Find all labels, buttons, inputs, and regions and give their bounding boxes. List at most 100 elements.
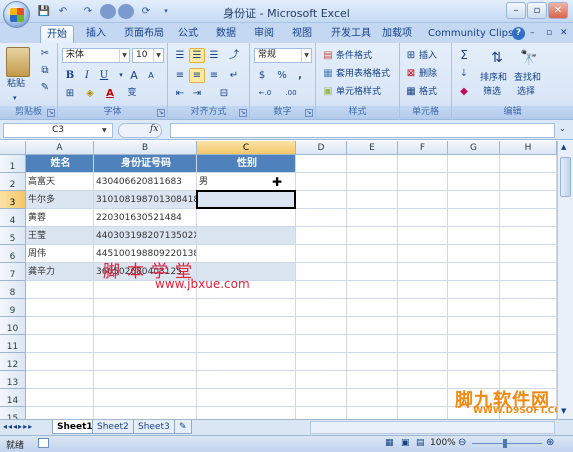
italic-button[interactable]: I <box>79 68 95 83</box>
expand-formula-bar-icon[interactable]: ⌄ <box>559 124 566 133</box>
column-header-e[interactable]: E <box>347 141 398 155</box>
cell-h11[interactable] <box>500 335 557 353</box>
cell-e5[interactable] <box>347 227 398 245</box>
cell-c10[interactable] <box>197 317 296 335</box>
row-header-15[interactable]: 15 <box>0 407 26 419</box>
clear-icon[interactable]: ◆ <box>456 84 472 99</box>
scroll-down-icon[interactable]: ▼ <box>561 407 566 415</box>
cell-g4[interactable] <box>448 209 500 227</box>
cell-a4[interactable]: 黄蓉 <box>26 209 94 227</box>
increase-decimal-button[interactable]: ←.0 <box>254 86 276 101</box>
sheet-tab-1[interactable]: Sheet1 <box>52 420 98 434</box>
cell-f11[interactable] <box>398 335 448 353</box>
cell-b3[interactable]: 310108198701308418 <box>94 191 197 209</box>
cell-a10[interactable] <box>26 317 94 335</box>
zoom-slider[interactable] <box>472 443 542 444</box>
cell-f12[interactable] <box>398 353 448 371</box>
conditional-format-button[interactable]: 条件格式 <box>336 49 372 63</box>
cell-h8[interactable] <box>500 281 557 299</box>
row-header-11[interactable]: 11 <box>0 335 26 353</box>
cell-d5[interactable] <box>296 227 347 245</box>
cell-g11[interactable] <box>448 335 500 353</box>
tab-home[interactable]: 开始 <box>40 25 74 43</box>
cell-d11[interactable] <box>296 335 347 353</box>
font-size-combo[interactable]: 10 ▼ <box>132 48 164 63</box>
merge-center-icon[interactable]: ⊟ <box>216 86 232 101</box>
cell-f7[interactable] <box>398 263 448 281</box>
cell-f14[interactable] <box>398 389 448 407</box>
zoom-level[interactable]: 100% <box>430 438 456 448</box>
column-header-h[interactable]: H <box>500 141 557 155</box>
grow-font-button[interactable]: A <box>126 68 142 83</box>
cell-d8[interactable] <box>296 281 347 299</box>
cell-f13[interactable] <box>398 371 448 389</box>
cell-c1[interactable]: 性别 <box>197 155 296 173</box>
cell-e15[interactable] <box>347 407 398 419</box>
decrease-decimal-button[interactable]: .00 <box>280 86 302 101</box>
cell-d1[interactable] <box>296 155 347 173</box>
align-right-icon[interactable]: ≡ <box>206 68 222 83</box>
cell-a12[interactable] <box>26 353 94 371</box>
cell-e3[interactable] <box>347 191 398 209</box>
copy-icon[interactable]: ⧉ <box>37 63 53 78</box>
cut-icon[interactable]: ✂ <box>37 46 53 61</box>
borders-icon[interactable]: ⊞ <box>62 86 78 101</box>
cell-a14[interactable] <box>26 389 94 407</box>
format-painter-icon[interactable]: ✎ <box>37 80 53 95</box>
horizontal-scrollbar[interactable] <box>310 421 555 434</box>
paste-button[interactable]: 粘贴 <box>7 77 25 91</box>
find-select-button-line2[interactable]: 选择 <box>517 85 535 99</box>
cell-d3[interactable] <box>296 191 347 209</box>
cell-h6[interactable] <box>500 245 557 263</box>
office-button[interactable] <box>3 1 30 28</box>
zoom-in-icon[interactable]: ⊕ <box>546 437 554 448</box>
cell-e9[interactable] <box>347 299 398 317</box>
macro-record-icon[interactable] <box>38 438 49 448</box>
cell-e12[interactable] <box>347 353 398 371</box>
minimize-button[interactable]: – <box>506 2 526 19</box>
align-left-icon[interactable]: ≡ <box>172 68 188 83</box>
row-header-3[interactable]: 3 <box>0 191 26 209</box>
font-color-button[interactable]: A <box>102 86 118 101</box>
cell-b13[interactable] <box>94 371 197 389</box>
sheet-tab-2[interactable]: Sheet2 <box>92 420 134 434</box>
cell-g10[interactable] <box>448 317 500 335</box>
row-header-7[interactable]: 7 <box>0 263 26 281</box>
ribbon-restore-icon[interactable]: ▫ <box>546 28 552 38</box>
row-header-2[interactable]: 2 <box>0 173 26 191</box>
tab-data[interactable]: 数据 <box>210 25 242 43</box>
delete-button[interactable]: 删除 <box>419 67 437 81</box>
cell-a15[interactable] <box>26 407 94 419</box>
shrink-font-button[interactable]: A <box>143 68 159 83</box>
cell-d4[interactable] <box>296 209 347 227</box>
cell-g6[interactable] <box>448 245 500 263</box>
cell-e14[interactable] <box>347 389 398 407</box>
cell-g9[interactable] <box>448 299 500 317</box>
cell-f2[interactable] <box>398 173 448 191</box>
cell-e2[interactable] <box>347 173 398 191</box>
row-header-6[interactable]: 6 <box>0 245 26 263</box>
format-button[interactable]: 格式 <box>419 85 437 99</box>
cell-h7[interactable] <box>500 263 557 281</box>
chevron-down-icon[interactable]: ▼ <box>119 49 129 62</box>
fill-icon[interactable]: ↓ <box>456 66 472 81</box>
cell-h10[interactable] <box>500 317 557 335</box>
cell-h4[interactable] <box>500 209 557 227</box>
cell-h9[interactable] <box>500 299 557 317</box>
cell-c11[interactable] <box>197 335 296 353</box>
cell-b12[interactable] <box>94 353 197 371</box>
cell-h3[interactable] <box>500 191 557 209</box>
fill-color-icon[interactable]: ◈ <box>82 86 98 101</box>
insert-function-button[interactable]: fx <box>150 124 158 134</box>
tab-community-clips[interactable]: Community Clips <box>422 25 519 43</box>
row-header-1[interactable]: 1 <box>0 155 26 173</box>
column-header-b[interactable]: B <box>94 141 197 155</box>
name-box[interactable]: C3 <box>3 123 113 138</box>
cell-d9[interactable] <box>296 299 347 317</box>
wrap-text-icon[interactable]: ↵ <box>226 68 242 83</box>
tab-formulas[interactable]: 公式 <box>172 25 204 43</box>
cell-e7[interactable] <box>347 263 398 281</box>
sort-filter-button-line2[interactable]: 筛选 <box>483 85 501 99</box>
tab-review[interactable]: 审阅 <box>248 25 280 43</box>
namebox-dropdown-icon[interactable]: ▼ <box>102 127 107 134</box>
